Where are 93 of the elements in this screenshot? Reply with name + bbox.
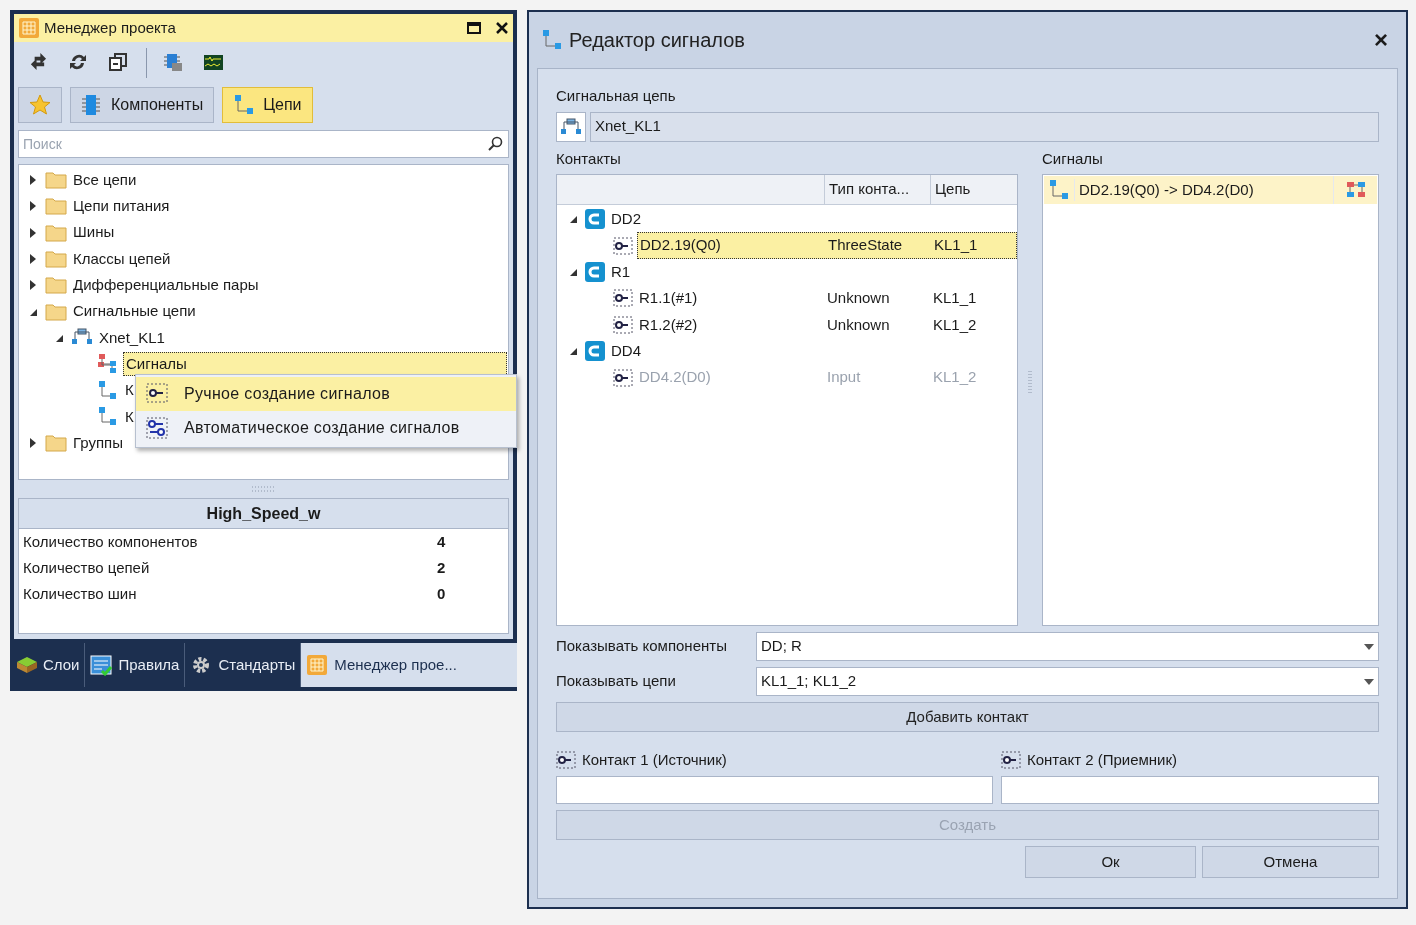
info-value: 2 — [437, 558, 446, 579]
bottom-tab[interactable]: Менеджер прое... — [301, 643, 517, 687]
action-button[interactable]: Добавить контакт — [556, 702, 1379, 732]
net-name-field: Xnet_KL1 — [590, 111, 1379, 142]
net-branch-icon — [1048, 179, 1070, 201]
search-icon[interactable] — [487, 136, 503, 152]
tree-item[interactable]: К — [123, 405, 136, 429]
tree-item[interactable]: Классы цепей — [71, 247, 173, 271]
component-icon — [585, 341, 605, 362]
pin-icon — [1001, 751, 1021, 769]
pin-icon — [613, 289, 633, 308]
pin-icon — [613, 368, 633, 387]
component-icon — [585, 209, 605, 230]
net-branch-icon — [541, 29, 563, 51]
tree-item[interactable]: Xnet_KL1 — [97, 326, 167, 350]
tree-item[interactable]: Группы — [71, 431, 125, 455]
field-label: Контакт 2 (Приемник) — [1027, 749, 1178, 770]
folder-icon — [45, 432, 67, 455]
pin-icon — [556, 751, 576, 769]
tree-item[interactable]: Цепи питания — [71, 195, 172, 218]
field-label: Показывать цепи — [556, 671, 677, 692]
chip-icon — [163, 52, 185, 74]
component-name[interactable]: DD4 — [611, 339, 641, 363]
auto-pins-icon — [146, 417, 168, 439]
panel-title: Менеджер проекта — [44, 17, 177, 38]
component-icon — [585, 261, 605, 282]
menu-item[interactable]: Автоматическое создание сигналов — [136, 411, 516, 445]
info-label: Количество компонентов — [23, 531, 199, 552]
pin-icon — [613, 315, 633, 334]
contact-field[interactable] — [556, 776, 993, 804]
folder-icon — [45, 248, 67, 271]
grid-board-icon — [306, 654, 329, 676]
checklist-icon — [90, 654, 113, 676]
info-label: Количество цепей — [23, 558, 151, 579]
tree-item[interactable]: Дифференциальные пары — [71, 274, 261, 297]
close-icon[interactable] — [495, 21, 509, 35]
category-tab[interactable]: Цепи — [222, 87, 313, 123]
blocks-icon — [1345, 181, 1366, 199]
tree-item[interactable]: Сигналы — [123, 351, 507, 377]
folder-icon — [45, 274, 67, 297]
field-label: Сигнальная цепь — [556, 86, 676, 106]
splitter-grip-icon[interactable] — [1028, 370, 1032, 396]
bottom-tab[interactable]: Правила — [85, 643, 186, 687]
folder-icon — [45, 195, 67, 218]
component-name[interactable]: R1 — [611, 260, 631, 284]
signal-item[interactable]: DD2.19(Q0) -> DD4.2(D0) — [1044, 176, 1377, 204]
net-branch-icon — [97, 405, 119, 428]
net-branch-icon — [97, 379, 119, 402]
section-label: Контакты — [556, 148, 621, 169]
info-label: Количество шин — [23, 584, 138, 605]
close-button[interactable]: × — [1368, 22, 1394, 58]
info-title: High_Speed_w — [19, 499, 508, 529]
contact-row[interactable]: R1.2(#2) Unknown KL1_2 — [637, 311, 1017, 338]
maximize-icon[interactable] — [467, 22, 481, 34]
splitter-grip-icon[interactable] — [250, 486, 277, 492]
info-value: 4 — [437, 531, 446, 552]
windows-icon — [108, 52, 130, 74]
net-icon — [560, 116, 582, 137]
contact-field[interactable] — [1001, 776, 1379, 804]
dropdown-field[interactable]: DD; R — [756, 632, 1379, 661]
column-header[interactable]: Тип конта... — [825, 175, 931, 204]
tree-item[interactable]: Все цепи — [71, 168, 139, 192]
component-name[interactable]: DD2 — [611, 207, 641, 231]
contact-row[interactable]: DD2.19(Q0) ThreeState KL1_1 — [637, 232, 1017, 259]
folder-icon — [45, 169, 67, 192]
pin-icon — [146, 383, 168, 405]
pin-icon — [613, 236, 633, 255]
dialog-title: Редактор сигналов — [569, 28, 746, 53]
cancel-button[interactable]: Отмена — [1202, 846, 1379, 878]
contact-row[interactable]: R1.1(#1) Unknown KL1_1 — [637, 285, 1017, 312]
star-icon — [29, 94, 51, 116]
section-label: Сигналы — [1042, 148, 1103, 169]
net-branch-icon — [233, 94, 256, 116]
ok-button[interactable]: Ок — [1025, 846, 1196, 878]
dropdown-caret-icon — [1364, 678, 1374, 685]
dropdown-caret-icon — [1364, 643, 1374, 650]
column-header[interactable]: Цепь — [931, 175, 1017, 204]
dropdown-field[interactable]: KL1_1; KL1_2 — [756, 667, 1379, 696]
search-field[interactable]: Поиск — [18, 130, 509, 158]
bottom-tab[interactable]: Слои — [10, 643, 86, 687]
field-label: Контакт 1 (Источник) — [582, 749, 727, 770]
layers-icon — [15, 654, 37, 676]
tree-item[interactable]: Шины — [71, 221, 117, 244]
category-tab[interactable]: Компоненты — [70, 87, 215, 123]
field-label: Показывать компоненты — [556, 636, 728, 657]
grid-board-icon — [18, 17, 40, 39]
tree-item[interactable]: Сигнальные цепи — [71, 300, 198, 323]
menu-item[interactable]: Ручное создание сигналов — [136, 377, 516, 411]
chip-icon — [81, 94, 103, 116]
tree-item[interactable]: К — [123, 379, 136, 402]
signal-tree-icon — [97, 353, 119, 376]
info-value: 0 — [437, 584, 446, 605]
net-button[interactable] — [556, 111, 586, 142]
